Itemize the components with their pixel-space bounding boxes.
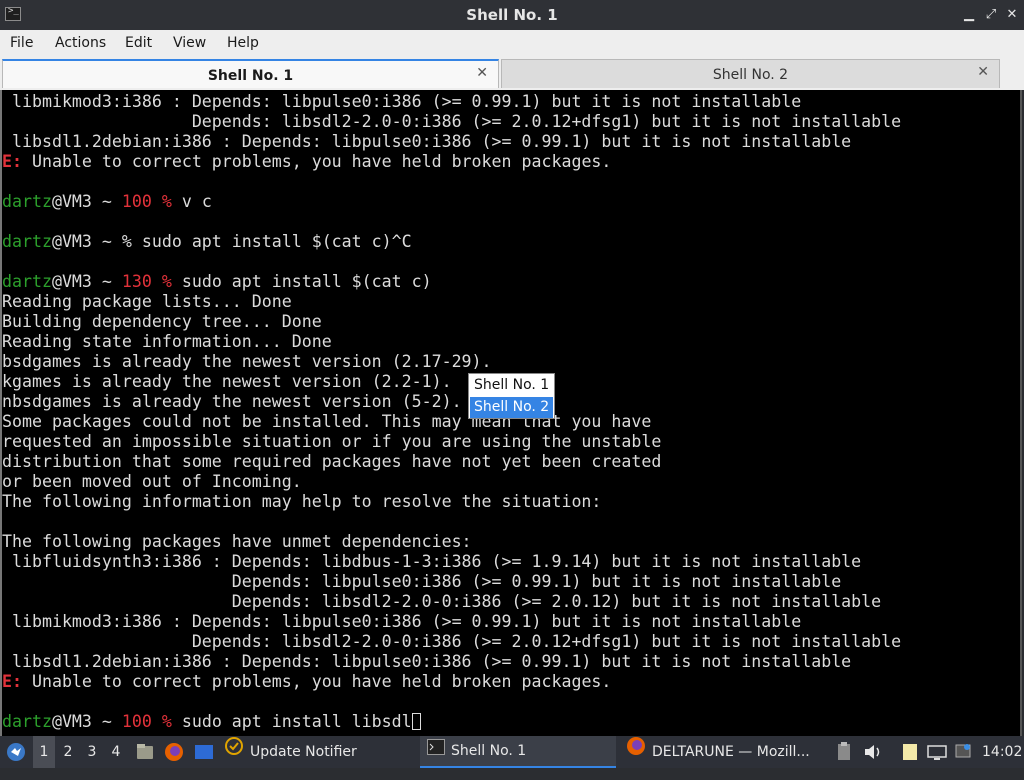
- taskbar: 1 2 3 4 Update Notifier Shell No. 1 DELT…: [0, 736, 1024, 768]
- menu-bar: File Actions Edit View Help: [0, 30, 1024, 57]
- window-title: Shell No. 1: [466, 6, 558, 24]
- terminal-line: libsdl1.2debian:i386 : Depends: libpulse…: [2, 652, 852, 671]
- popup-item-shell-1[interactable]: Shell No. 1: [470, 375, 553, 396]
- terminal-line: distribution that some required packages…: [2, 452, 662, 471]
- terminal-line: E: Unable to correct problems, you have …: [2, 672, 612, 691]
- terminal-line: Depends: libsdl2-2.0-0:i386 (>= 2.0.12+d…: [2, 632, 902, 651]
- terminal-icon: [427, 735, 445, 767]
- terminal-scrollbar[interactable]: [1020, 90, 1022, 736]
- tab-bar: Shell No. 1 ✕ Shell No. 2 ✕: [0, 57, 1024, 90]
- terminal-line: libfluidsynth3:i386 : Depends: libdbus-1…: [2, 552, 862, 571]
- clipboard-icon[interactable]: [835, 736, 853, 768]
- show-desktop-icon[interactable]: [192, 736, 216, 768]
- volume-icon[interactable]: [862, 736, 884, 768]
- terminal-output: libmikmod3:i386 : Depends: libpulse0:i38…: [2, 92, 901, 732]
- text-cursor: [411, 713, 421, 730]
- terminal-line: Reading state information... Done: [2, 332, 332, 351]
- minimize-button[interactable]: ▁: [960, 6, 978, 24]
- close-window-button[interactable]: ✕: [1003, 6, 1021, 24]
- tab-close-icon[interactable]: ✕: [476, 65, 488, 81]
- menu-file[interactable]: File: [10, 35, 33, 51]
- terminal-line: kgames is already the newest version (2.…: [2, 372, 452, 391]
- tab-close-icon[interactable]: ✕: [977, 64, 989, 80]
- tab-label: Shell No. 1: [207, 68, 294, 84]
- file-manager-icon[interactable]: [134, 736, 156, 768]
- terminal-line: Reading package lists... Done: [2, 292, 292, 311]
- terminal-line: Some packages could not be installed. Th…: [2, 412, 652, 431]
- terminal-line: bsdgames is already the newest version (…: [2, 352, 492, 371]
- terminal-line: E: Unable to correct problems, you have …: [2, 152, 612, 171]
- task-label: Update Notifier: [250, 744, 357, 760]
- task-update-notifier[interactable]: Update Notifier: [224, 736, 414, 768]
- terminal-line: dartz@VM3 ~ % sudo apt install $(cat c)^…: [2, 232, 412, 251]
- workspace-3[interactable]: 3: [81, 736, 103, 768]
- tab-shell-1[interactable]: Shell No. 1 ✕: [2, 59, 499, 88]
- task-label: Shell No. 1: [451, 743, 527, 759]
- firefox-icon: [626, 736, 646, 768]
- terminal-line: requested an impossible situation or if …: [2, 432, 662, 451]
- display-icon[interactable]: [926, 736, 948, 768]
- terminal-line: libmikmod3:i386 : Depends: libpulse0:i38…: [2, 612, 802, 631]
- clock[interactable]: 14:02: [982, 736, 1022, 768]
- terminal-line: Building dependency tree... Done: [2, 312, 322, 331]
- terminal-line: The following information may help to re…: [2, 492, 602, 511]
- workspace-1[interactable]: 1: [33, 736, 55, 768]
- workspace-2[interactable]: 2: [57, 736, 79, 768]
- tab-label: Shell No. 2: [712, 67, 789, 83]
- terminal-line: libmikmod3:i386 : Depends: libpulse0:i38…: [2, 92, 802, 111]
- terminal-line: Depends: libpulse0:i386 (>= 0.99.1) but …: [2, 572, 842, 591]
- window-titlebar[interactable]: >_ Shell No. 1 ▁ ⤢ ✕: [0, 0, 1024, 30]
- task-shell-1[interactable]: Shell No. 1: [420, 736, 616, 768]
- terminal-line: The following packages have unmet depend…: [2, 532, 472, 551]
- task-label: DELTARUNE — Mozill...: [652, 744, 810, 760]
- menu-actions[interactable]: Actions: [55, 35, 106, 51]
- workspace-4[interactable]: 4: [105, 736, 127, 768]
- terminal-line: or been moved out of Incoming.: [2, 472, 302, 491]
- menu-view[interactable]: View: [173, 35, 206, 51]
- tab-switcher-popup: Shell No. 1 Shell No. 2: [468, 373, 555, 419]
- tab-shell-2[interactable]: Shell No. 2 ✕: [501, 59, 1000, 88]
- terminal-line: Depends: libsdl2-2.0-0:i386 (>= 2.0.12+d…: [2, 112, 902, 131]
- terminal-line: nbsdgames is already the newest version …: [2, 392, 462, 411]
- task-deltarune-firefox[interactable]: DELTARUNE — Mozill...: [626, 736, 826, 768]
- start-menu-icon[interactable]: [4, 736, 28, 768]
- maximize-button[interactable]: ⤢: [982, 6, 1000, 24]
- update-notifier-icon: [224, 736, 244, 768]
- terminal-line: Depends: libsdl2-2.0-0:i386 (>= 2.0.12) …: [2, 592, 882, 611]
- firefox-icon[interactable]: [163, 736, 185, 768]
- notes-icon[interactable]: [899, 736, 921, 768]
- terminal-line: dartz@VM3 ~ 130 % sudo apt install $(cat…: [2, 272, 432, 291]
- terminal-line: dartz@VM3 ~ 100 % sudo apt install libsd…: [2, 712, 901, 732]
- terminal-line: dartz@VM3 ~ 100 % v c: [2, 192, 212, 211]
- menu-edit[interactable]: Edit: [125, 35, 152, 51]
- popup-item-shell-2[interactable]: Shell No. 2: [470, 397, 553, 418]
- menu-help[interactable]: Help: [227, 35, 259, 51]
- network-icon[interactable]: [953, 736, 973, 768]
- terminal-line: libsdl1.2debian:i386 : Depends: libpulse…: [2, 132, 852, 151]
